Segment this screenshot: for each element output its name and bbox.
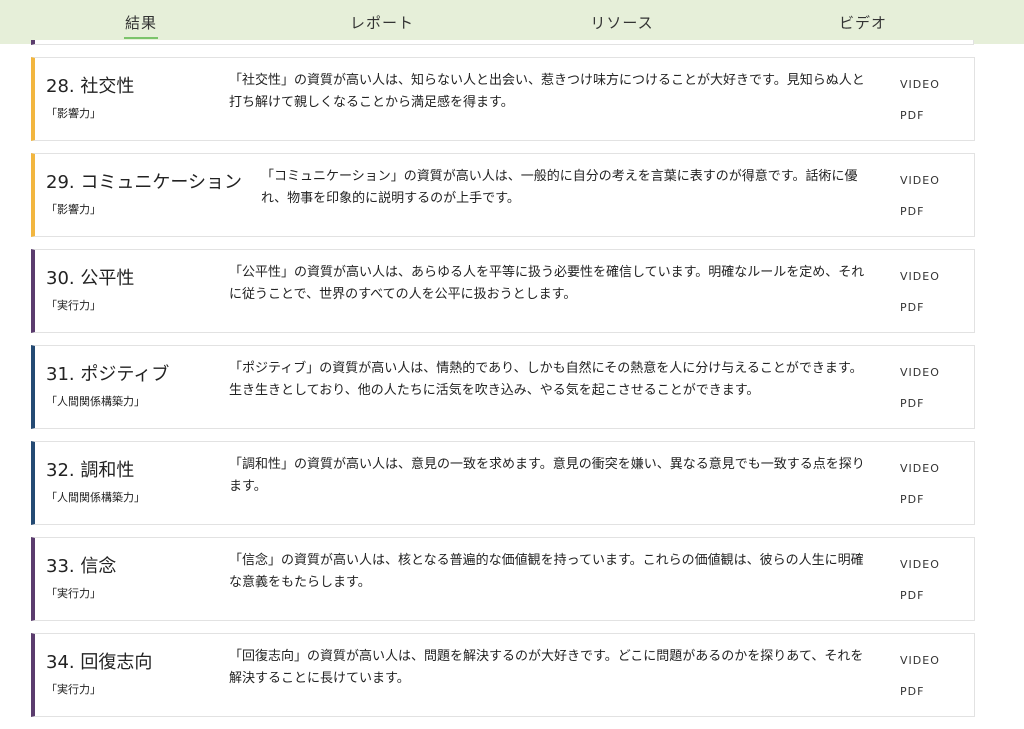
strength-title: 29. コミュニケーション	[46, 172, 242, 193]
strength-title: 32. 調和性	[46, 460, 135, 481]
strengths-list: 28. 社交性「影響力」 「社交性」の資質が高い人は、知らない人と出会い、惹きつけ…	[31, 57, 975, 729]
video-link[interactable]: VIDEO	[900, 654, 940, 667]
pdf-link[interactable]: PDF	[900, 589, 924, 602]
pdf-link[interactable]: PDF	[900, 685, 924, 698]
video-link[interactable]: VIDEO	[900, 462, 940, 475]
strength-category: 「実行力」	[46, 299, 101, 312]
strength-description: 「調和性」の資質が高い人は、意見の一致を求めます。意見の衝突を嫌い、異なる意見で…	[229, 457, 865, 494]
strength-title: 31. ポジティブ	[46, 364, 170, 385]
strength-card: 28. 社交性「影響力」 「社交性」の資質が高い人は、知らない人と出会い、惹きつけ…	[31, 57, 975, 141]
strength-card: 34. 回復志向「実行力」 「回復志向」の資質が高い人は、問題を解決するのが大好き…	[31, 633, 975, 717]
strength-category: 「人間関係構築力」	[46, 395, 145, 408]
strength-title: 33. 信念	[46, 556, 117, 577]
strength-description: 「社交性」の資質が高い人は、知らない人と出会い、惹きつけ味方につけることが大好き…	[229, 73, 865, 110]
pdf-link[interactable]: PDF	[900, 301, 924, 314]
strength-category: 「実行力」	[46, 683, 101, 696]
strength-category: 「影響力」	[46, 107, 101, 120]
strength-card: 31. ポジティブ「人間関係構築力」 「ポジティブ」の資質が高い人は、情熱的であり…	[31, 345, 975, 429]
strength-card: 30. 公平性「実行力」 「公平性」の資質が高い人は、あらゆる人を平等に扱う必要性…	[31, 249, 975, 333]
top-nav: 結果 レポート リソース ビデオ	[0, 0, 1024, 44]
pdf-link[interactable]: PDF	[900, 109, 924, 122]
strength-category: 「影響力」	[46, 203, 101, 216]
tab-report[interactable]: レポート	[350, 12, 414, 33]
strength-description: 「公平性」の資質が高い人は、あらゆる人を平等に扱う必要性を確信しています。明確な…	[229, 265, 865, 302]
strength-category: 「人間関係構築力」	[46, 491, 145, 504]
strength-title: 28. 社交性	[46, 76, 135, 97]
strength-description: 「コミュニケーション」の資質が高い人は、一般的に自分の考えを言葉に表すのが得意で…	[261, 169, 858, 206]
tab-resources[interactable]: リソース	[590, 12, 653, 33]
video-link[interactable]: VIDEO	[900, 270, 940, 283]
tab-video[interactable]: ビデオ	[839, 12, 887, 33]
tab-results[interactable]: 結果	[123, 12, 159, 39]
strength-card: 32. 調和性「人間関係構築力」 「調和性」の資質が高い人は、意見の一致を求めます…	[31, 441, 975, 525]
strength-title: 30. 公平性	[46, 268, 135, 289]
video-link[interactable]: VIDEO	[900, 366, 940, 379]
strength-card: 33. 信念「実行力」 「信念」の資質が高い人は、核となる普遍的な価値観を持ってい…	[31, 537, 975, 621]
pdf-link[interactable]: PDF	[900, 493, 924, 506]
video-link[interactable]: VIDEO	[900, 558, 940, 571]
pdf-link[interactable]: PDF	[900, 205, 924, 218]
strength-category: 「実行力」	[46, 587, 101, 600]
pdf-link[interactable]: PDF	[900, 397, 924, 410]
video-link[interactable]: VIDEO	[900, 174, 940, 187]
strength-description: 「回復志向」の資質が高い人は、問題を解決するのが大好きです。どこに問題があるのか…	[229, 649, 864, 686]
strength-title: 34. 回復志向	[46, 652, 153, 673]
strength-description: 「ポジティブ」の資質が高い人は、情熱的であり、しかも自然にその熱意を人に分け与え…	[229, 361, 863, 398]
strength-card: 29. コミュニケーション「影響力」 「コミュニケーション」の資質が高い人は、一般…	[31, 153, 975, 237]
previous-card-edge	[31, 40, 974, 45]
video-link[interactable]: VIDEO	[900, 78, 940, 91]
strength-description: 「信念」の資質が高い人は、核となる普遍的な価値観を持っています。これらの価値観は…	[229, 553, 864, 590]
